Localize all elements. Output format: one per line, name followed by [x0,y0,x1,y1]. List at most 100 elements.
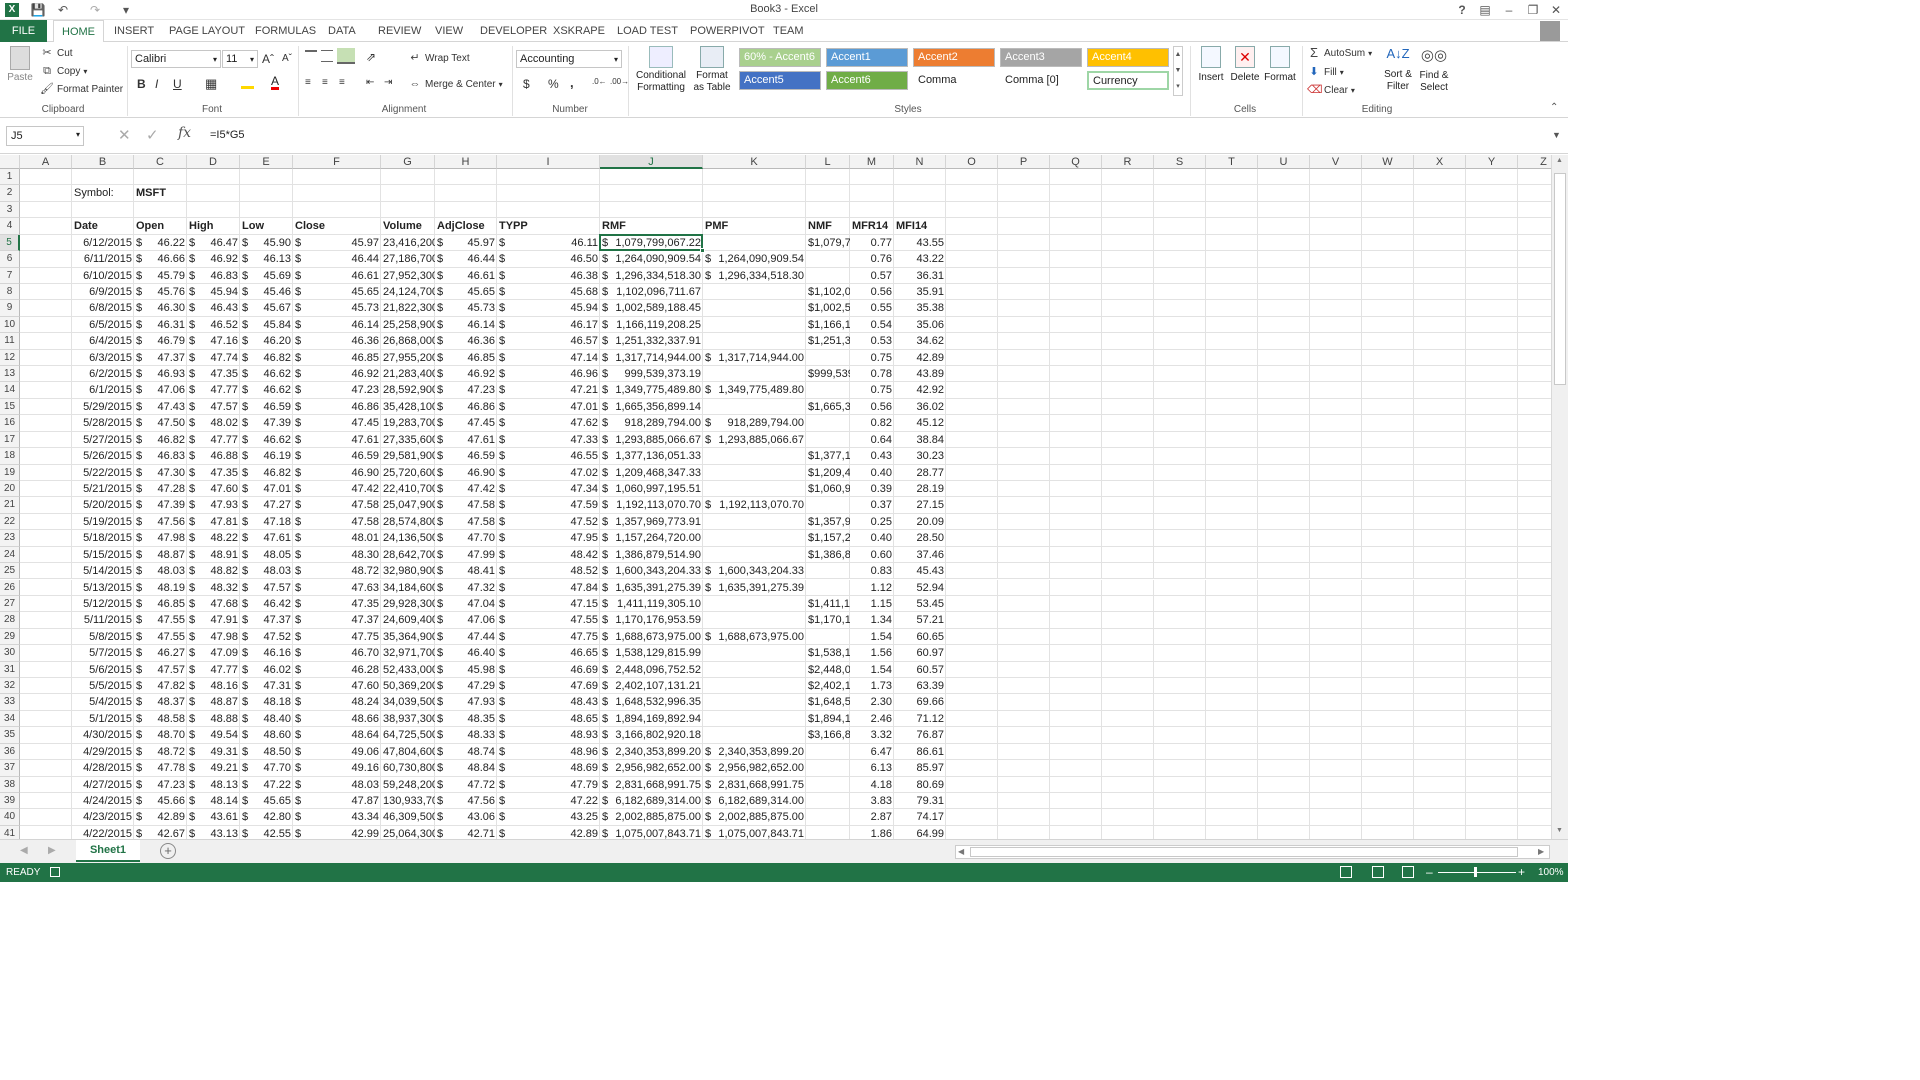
grid-cell[interactable] [1362,201,1414,219]
table-cell[interactable]: 0.39 [850,481,894,497]
table-cell[interactable]: 0.76 [850,251,894,267]
row-header[interactable]: 5 [0,234,20,252]
grid-cell[interactable] [1050,645,1102,662]
insert-cells-button[interactable]: Insert [1196,46,1226,83]
grid-cell[interactable] [998,825,1050,839]
grid-cell[interactable] [998,448,1050,465]
table-cell[interactable]: $47.81 [187,514,240,530]
table-cell[interactable]: $46.38 [497,268,600,284]
tab-home[interactable]: HOME [53,20,104,43]
table-cell[interactable]: $1,688,673,975.00 [600,629,703,645]
clear-button[interactable]: ⌫ Clear ▾ [1307,83,1355,97]
column-header[interactable]: C [134,155,187,169]
table-cell[interactable]: $46.69 [497,662,600,678]
table-cell[interactable]: $47.02 [497,465,600,481]
align-left-icon[interactable]: ≡ [305,77,311,88]
grid-cell[interactable] [1154,349,1206,367]
symbol-label-cell[interactable]: Symbol: [72,185,134,201]
grid-cell[interactable] [1310,300,1362,317]
grid-cell[interactable] [1310,661,1362,678]
grid-cell[interactable] [1518,497,1551,514]
grid-cell[interactable] [20,300,72,317]
table-cell[interactable]: 2.30 [850,694,894,710]
table-cell[interactable]: 5/27/2015 [72,432,134,448]
table-cell[interactable]: 25,720,600 [381,465,435,481]
grid-cell[interactable] [946,661,998,678]
table-cell[interactable]: $1,157,264,720.00 [600,530,703,546]
decrease-indent-icon[interactable]: ⇤ [366,77,374,88]
table-cell[interactable]: $47.37 [134,350,187,366]
grid-cell[interactable] [1310,776,1362,793]
table-cell[interactable]: $45.69 [240,268,293,284]
grid-cell[interactable] [1258,415,1310,432]
grid-cell[interactable] [600,201,703,219]
grid-cell[interactable] [1258,710,1310,728]
table-cell[interactable]: 63.39 [894,678,946,694]
grid-cell[interactable] [1466,431,1518,449]
grid-cell[interactable] [1050,169,1102,186]
grid-cell[interactable] [435,201,497,219]
grid-cell[interactable] [1310,464,1362,481]
table-cell[interactable]: $1,192,113,070.70 [703,497,806,513]
grid-cell[interactable] [998,185,1050,202]
grid-cell[interactable] [1518,251,1551,268]
grid-cell[interactable] [1518,514,1551,531]
grid-cell[interactable] [1362,283,1414,301]
grid-cell[interactable] [1154,579,1206,596]
table-cell[interactable]: $1,357,969,773.91 [806,514,850,530]
table-cell[interactable]: 0.56 [850,399,894,415]
row-header[interactable]: 32 [0,678,20,695]
grid-cell[interactable] [1154,464,1206,481]
table-cell[interactable] [703,711,806,727]
table-cell[interactable]: 5/28/2015 [72,415,134,431]
table-cell[interactable]: 60,730,800 [381,760,435,776]
grid-cell[interactable] [1206,809,1258,826]
grid-cell[interactable] [435,185,497,202]
table-cell[interactable]: $45.97 [293,235,381,251]
grid-cell[interactable] [1102,251,1154,268]
table-cell[interactable]: $48.65 [497,711,600,727]
row-header[interactable]: 4 [0,218,20,235]
grid-cell[interactable] [1466,563,1518,580]
grid-cell[interactable] [1518,366,1551,383]
grid-cell[interactable] [806,169,850,186]
cut-button[interactable]: ✂ Cut [40,46,72,60]
table-cell[interactable]: $46.92 [187,251,240,267]
table-cell[interactable]: 38,937,300 [381,711,435,727]
grid-cell[interactable] [1206,579,1258,596]
grid-cell[interactable] [998,710,1050,728]
row-header[interactable]: 37 [0,760,20,777]
table-cell[interactable]: $48.43 [497,694,600,710]
fill-handle[interactable] [700,248,705,254]
grid-cell[interactable] [998,464,1050,481]
grid-cell[interactable] [1206,497,1258,514]
sheet-tab-sheet1[interactable]: Sheet1 [76,840,140,862]
table-cell[interactable]: $47.84 [497,580,600,596]
grid-cell[interactable] [20,678,72,695]
table-cell[interactable]: $1,648,532,996.35 [600,694,703,710]
table-cell[interactable]: $47.72 [435,777,497,793]
table-cell[interactable]: $46.92 [293,366,381,382]
header-cell[interactable]: MFR14 [850,218,894,234]
row-header[interactable]: 30 [0,645,20,662]
table-cell[interactable]: $48.84 [435,760,497,776]
table-cell[interactable]: $47.22 [497,793,600,809]
table-cell[interactable]: 27,955,200 [381,350,435,366]
grid-cell[interactable] [1206,612,1258,629]
table-cell[interactable]: $47.29 [435,678,497,694]
table-cell[interactable]: 5/22/2015 [72,465,134,481]
grid-cell[interactable] [1414,546,1466,564]
table-cell[interactable]: $48.14 [187,793,240,809]
table-cell[interactable]: $1,296,334,518.30 [703,268,806,284]
grid-cell[interactable] [1206,825,1258,839]
grid-cell[interactable] [1154,333,1206,350]
grid-cell[interactable] [1206,661,1258,678]
grid-cell[interactable] [1362,300,1414,317]
table-cell[interactable]: $46.31 [134,317,187,333]
grid-cell[interactable] [1102,760,1154,777]
table-cell[interactable]: $2,956,982,652.00 [703,760,806,776]
table-cell[interactable]: 80.69 [894,777,946,793]
table-cell[interactable]: $1,251,332,337.91 [806,333,850,349]
table-cell[interactable]: $49.06 [293,744,381,760]
table-cell[interactable]: $47.28 [134,481,187,497]
